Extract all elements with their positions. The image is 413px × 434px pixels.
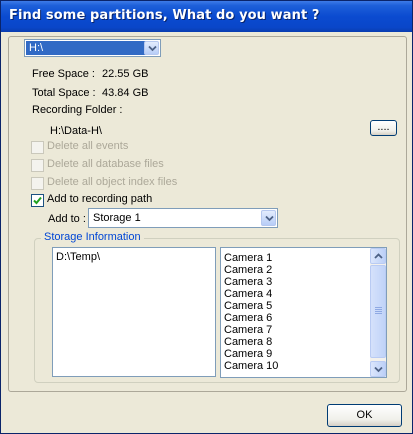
- browse-button-label: ....: [377, 121, 390, 133]
- list-item[interactable]: Camera 10: [224, 360, 278, 372]
- free-space-label: Free Space :: [32, 68, 95, 80]
- free-space-value: 22.55 GB: [102, 68, 149, 80]
- drive-select[interactable]: H:\: [24, 39, 161, 57]
- delete-events-label: Delete all events: [47, 140, 129, 152]
- delete-database-label: Delete all database files: [47, 158, 164, 170]
- add-to-recording-path-checkbox[interactable]: [31, 194, 44, 207]
- recording-folder-label: Recording Folder :: [32, 104, 123, 116]
- list-item[interactable]: Camera 1: [224, 252, 272, 264]
- list-item[interactable]: Camera 7: [224, 324, 272, 336]
- chevron-down-icon: [374, 366, 383, 373]
- scroll-thumb[interactable]: [370, 265, 386, 358]
- total-space-label: Total Space :: [32, 87, 96, 99]
- title-bar[interactable]: Find some partitions, What do you want ?: [1, 1, 412, 32]
- list-item[interactable]: Camera 4: [224, 288, 272, 300]
- ok-button[interactable]: OK: [327, 404, 402, 427]
- chevron-up-icon: [374, 253, 383, 259]
- browse-button[interactable]: ....: [370, 120, 397, 136]
- list-item[interactable]: Camera 3: [224, 276, 272, 288]
- checkmark-icon: [33, 196, 42, 205]
- list-item[interactable]: Camera 6: [224, 312, 272, 324]
- camera-list-scrollbar[interactable]: [370, 248, 386, 377]
- add-to-select-value: Storage 1: [93, 212, 141, 224]
- list-item[interactable]: Camera 2: [224, 264, 272, 276]
- scroll-up-button[interactable]: [370, 248, 386, 264]
- add-to-recording-path-label: Add to recording path: [47, 193, 153, 205]
- recording-folder-value: H:\Data-H\: [50, 125, 102, 137]
- list-item[interactable]: Camera 8: [224, 336, 272, 348]
- chevron-down-icon[interactable]: [261, 210, 276, 226]
- dialog-body: H:\ Free Space : 22.55 GB Total Space : …: [4, 32, 409, 431]
- list-item[interactable]: Camera 5: [224, 300, 272, 312]
- storage-path-list[interactable]: D:\Temp\: [52, 247, 216, 377]
- delete-database-checkbox[interactable]: [31, 159, 44, 172]
- delete-object-index-checkbox[interactable]: [31, 177, 44, 190]
- list-item[interactable]: Camera 9: [224, 348, 272, 360]
- dialog-title: Find some partitions, What do you want ?: [9, 8, 320, 23]
- drive-select-value: H:\: [26, 41, 146, 55]
- chevron-down-icon[interactable]: [144, 41, 159, 55]
- total-space-value: 43.84 GB: [102, 87, 149, 99]
- dialog-window: Find some partitions, What do you want ?…: [0, 0, 413, 434]
- delete-events-checkbox[interactable]: [31, 141, 44, 154]
- storage-information-label: Storage Information: [41, 231, 144, 243]
- list-item[interactable]: D:\Temp\: [56, 251, 100, 263]
- delete-object-index-label: Delete all object index files: [47, 176, 178, 188]
- scroll-down-button[interactable]: [370, 361, 386, 377]
- camera-list[interactable]: Camera 1 Camera 2 Camera 3 Camera 4 Came…: [220, 247, 387, 378]
- add-to-select[interactable]: Storage 1: [88, 208, 278, 228]
- ok-button-label: OK: [356, 409, 373, 421]
- add-to-label: Add to :: [48, 213, 86, 225]
